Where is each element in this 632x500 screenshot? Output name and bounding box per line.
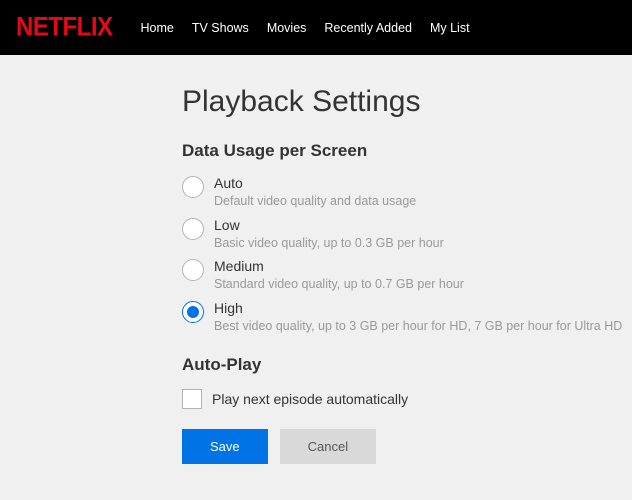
content: Playback Settings Data Usage per Screen … [0,55,632,464]
radio-medium[interactable]: Medium Standard video quality, up to 0.7… [182,258,632,294]
radio-circle-icon [182,176,204,198]
netflix-logo[interactable]: NETFLIX [16,12,113,43]
radio-desc: Default video quality and data usage [214,193,416,211]
radio-high[interactable]: High Best video quality, up to 3 GB per … [182,300,632,336]
nav: Home TV Shows Movies Recently Added My L… [141,21,470,35]
button-row: Save Cancel [182,429,632,464]
radio-label: Medium [214,258,464,274]
nav-item-mylist[interactable]: My List [430,21,470,35]
radio-circle-icon [182,301,204,323]
data-usage-radio-group: Auto Default video quality and data usag… [182,175,632,335]
radio-label: Auto [214,175,416,191]
radio-low[interactable]: Low Basic video quality, up to 0.3 GB pe… [182,217,632,253]
data-usage-heading: Data Usage per Screen [182,141,632,161]
radio-circle-icon [182,218,204,240]
radio-label: Low [214,217,444,233]
nav-item-home[interactable]: Home [141,21,174,35]
cancel-button[interactable]: Cancel [280,429,376,464]
autoplay-checkbox-row[interactable]: Play next episode automatically [182,389,632,409]
page-title: Playback Settings [182,85,632,119]
nav-item-recently-added[interactable]: Recently Added [324,21,412,35]
radio-desc: Best video quality, up to 3 GB per hour … [214,318,622,336]
nav-item-tvshows[interactable]: TV Shows [192,21,249,35]
radio-circle-icon [182,259,204,281]
checkbox-icon [182,389,202,409]
radio-auto[interactable]: Auto Default video quality and data usag… [182,175,632,211]
radio-label: High [214,300,622,316]
save-button[interactable]: Save [182,429,268,464]
nav-item-movies[interactable]: Movies [267,21,307,35]
radio-desc: Standard video quality, up to 0.7 GB per… [214,276,464,294]
radio-dot-icon [187,306,199,318]
autoplay-checkbox-label: Play next episode automatically [212,391,408,407]
topbar: NETFLIX Home TV Shows Movies Recently Ad… [0,0,632,55]
radio-desc: Basic video quality, up to 0.3 GB per ho… [214,235,444,253]
autoplay-heading: Auto-Play [182,355,632,375]
